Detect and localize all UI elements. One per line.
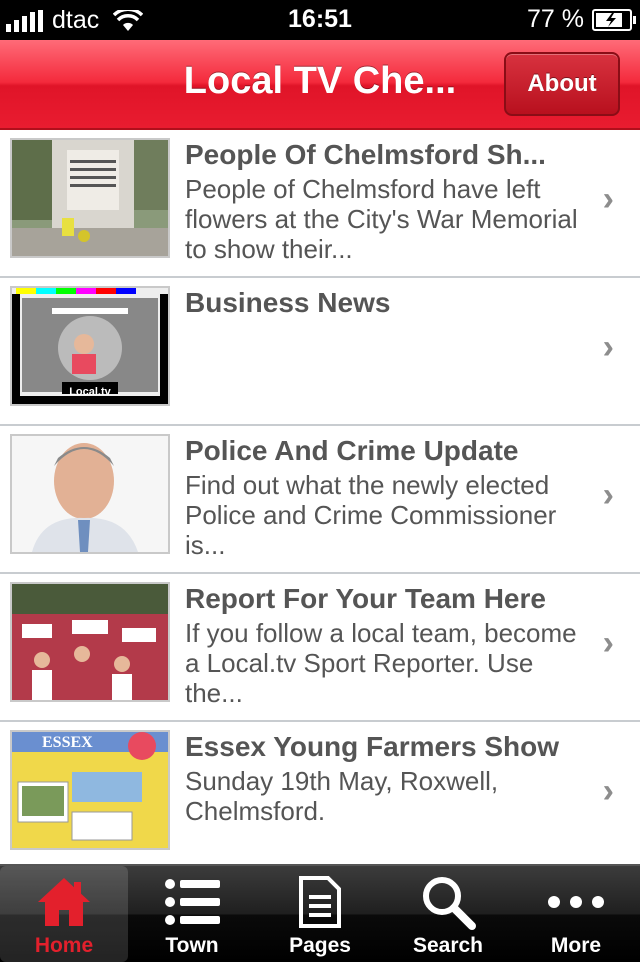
item-text: People Of Chelmsford Sh... People of Che… (185, 138, 595, 264)
tab-pages[interactable]: Pages (256, 866, 384, 962)
page-title: Local TV Che... (183, 60, 457, 102)
navigation-bar: Local TV Che... About (0, 40, 640, 130)
thumbnail-caption: ESSEX (42, 734, 93, 751)
status-bar: dtac 16:51 77 % (0, 0, 640, 40)
document-icon (256, 874, 384, 930)
tab-label: Pages (289, 934, 351, 957)
chevron-right-icon: › (602, 624, 614, 662)
status-right: 77 % (527, 5, 636, 34)
list-item[interactable]: ESSEX Essex Young Farmers Show Sunday 19… (0, 722, 640, 866)
tab-label: More (550, 934, 602, 957)
tab-label: Home (34, 934, 94, 957)
item-title: People Of Chelmsford Sh... (185, 139, 546, 170)
tab-home[interactable]: Home (0, 866, 128, 962)
tab-search[interactable]: Search (384, 866, 512, 962)
chevron-right-icon: › (602, 772, 614, 810)
tab-bar: Home Town Pages Search More (0, 864, 640, 962)
tab-town[interactable]: Town (128, 866, 256, 962)
chevron-right-icon: › (602, 328, 614, 366)
item-description: People of Chelmsford have left flowers a… (185, 174, 578, 264)
item-description: If you follow a local team, become a Loc… (185, 618, 577, 708)
list-icon (128, 874, 256, 930)
thumbnail-image (10, 138, 170, 258)
item-title: Essex Young Farmers Show (185, 731, 559, 762)
thumbnail-caption: Local.tv (69, 386, 111, 398)
battery-percent: 77 % (527, 5, 584, 33)
item-text: Business News (185, 286, 595, 322)
tab-label: Search (412, 934, 484, 957)
list-item[interactable]: Police And Crime Update Find out what th… (0, 426, 640, 574)
thumbnail-image (10, 582, 170, 702)
item-title: Report For Your Team Here (185, 583, 546, 614)
item-title: Police And Crime Update (185, 435, 519, 466)
about-button[interactable]: About (504, 52, 620, 116)
more-icon (512, 874, 640, 930)
tab-label: Town (165, 934, 219, 957)
item-title: Business News (185, 287, 391, 318)
item-description: Find out what the newly elected Police a… (185, 470, 557, 560)
list-item[interactable]: Local.tv Business News › (0, 278, 640, 426)
thumbnail-image: ESSEX (10, 730, 170, 850)
list-item[interactable]: People Of Chelmsford Sh... People of Che… (0, 130, 640, 278)
search-icon (384, 874, 512, 930)
thumbnail-image (10, 434, 170, 554)
tab-more[interactable]: More (512, 866, 640, 962)
news-list: People Of Chelmsford Sh... People of Che… (0, 130, 640, 866)
item-description: Sunday 19th May, Roxwell, Chelmsford. (185, 766, 499, 826)
chevron-right-icon: › (602, 476, 614, 514)
list-item[interactable]: Report For Your Team Here If you follow … (0, 574, 640, 722)
chevron-right-icon: › (602, 180, 614, 218)
item-text: Police And Crime Update Find out what th… (185, 434, 595, 560)
thumbnail-image: Local.tv (10, 286, 170, 406)
item-text: Essex Young Farmers Show Sunday 19th May… (185, 730, 595, 826)
item-text: Report For Your Team Here If you follow … (185, 582, 595, 708)
battery-icon (592, 8, 636, 31)
house-icon (0, 874, 128, 930)
